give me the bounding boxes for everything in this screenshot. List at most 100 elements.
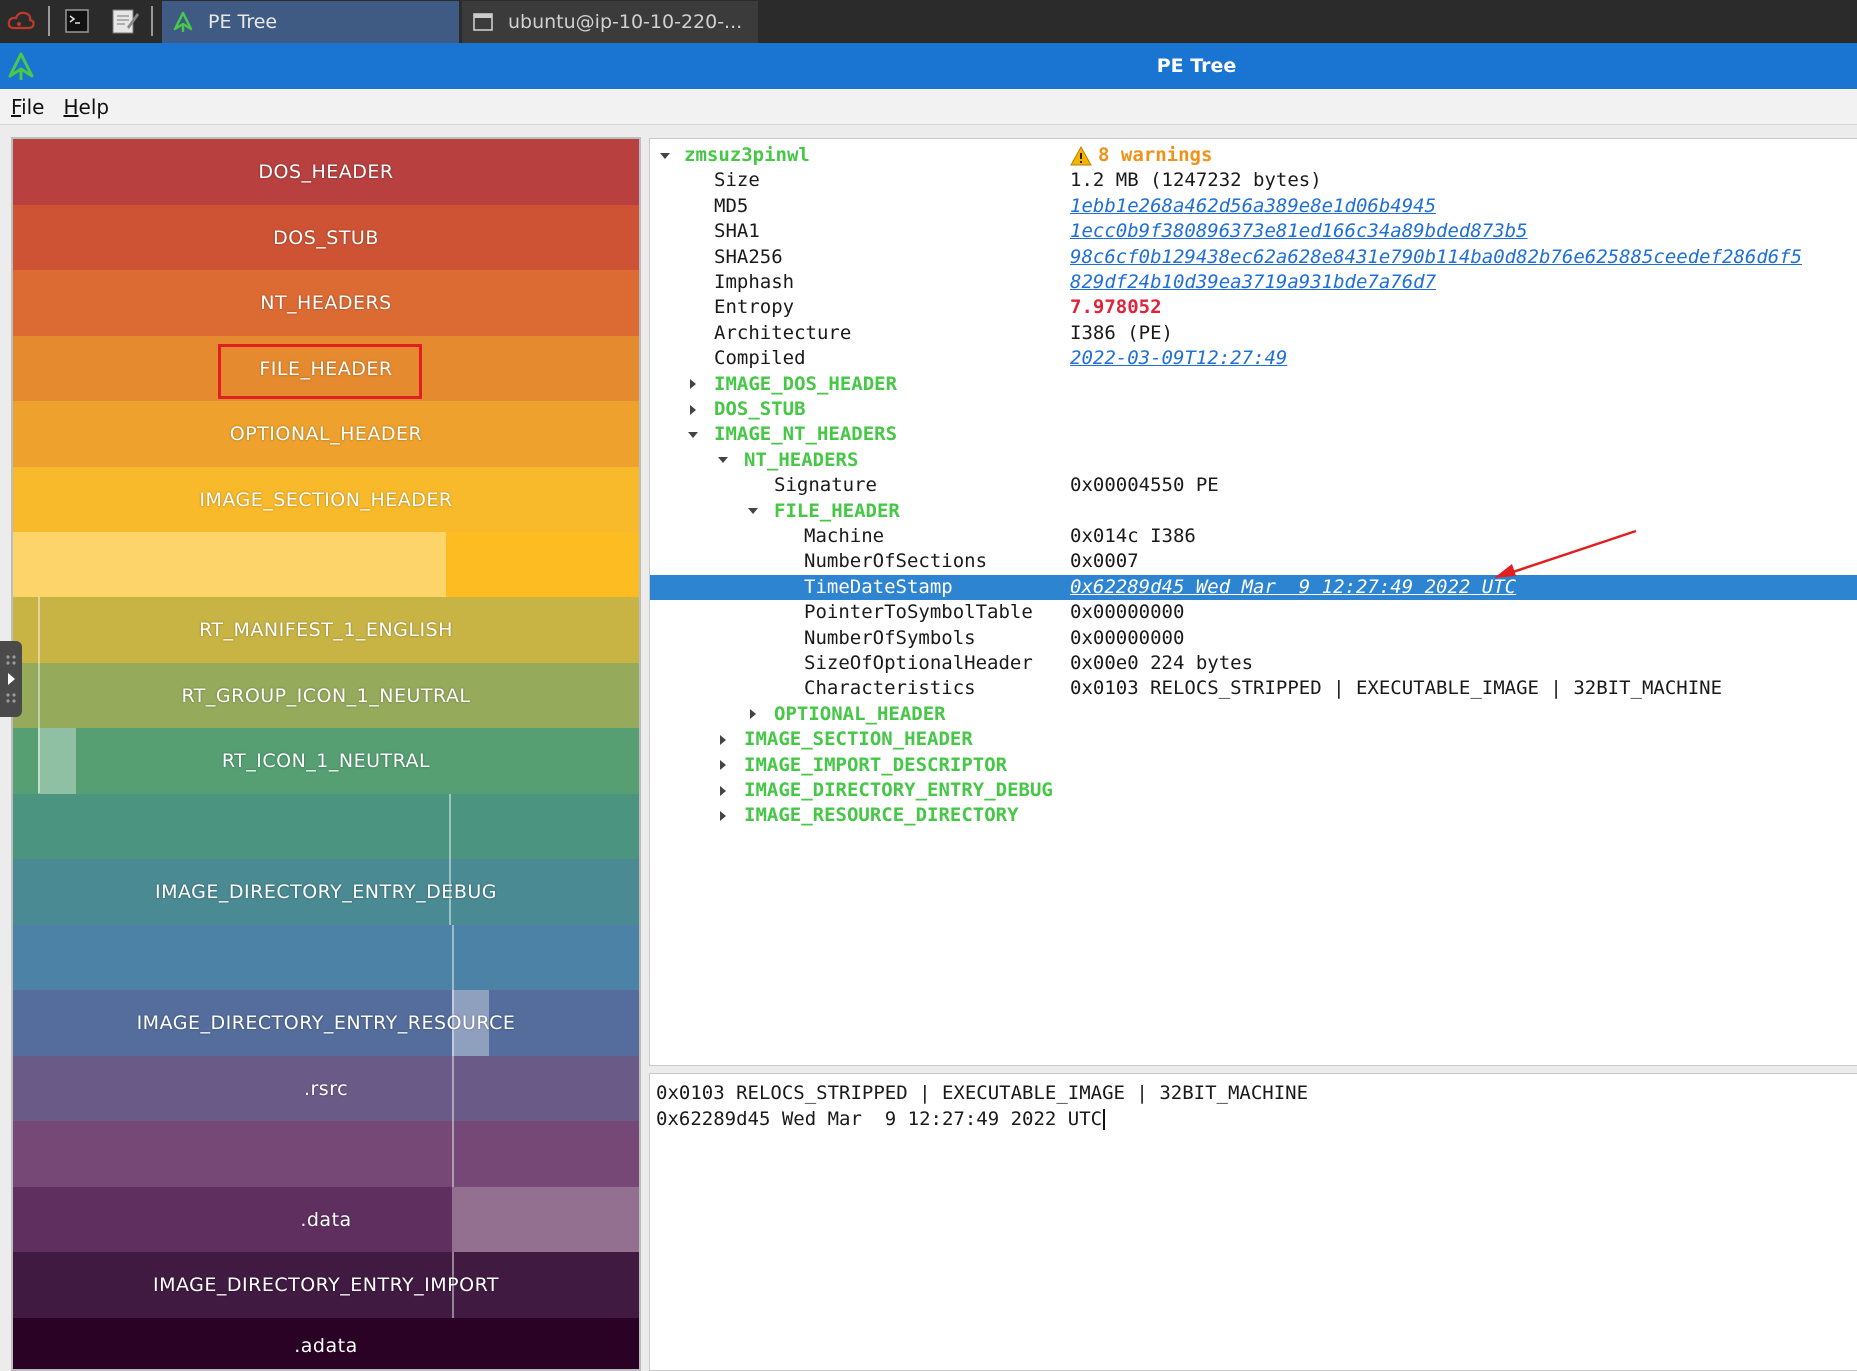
tree-key: Machine	[804, 525, 885, 547]
menu-file[interactable]: File	[11, 95, 44, 119]
taskbar-task-terminal[interactable]: ubuntu@ip-10-10-220-...	[462, 1, 758, 43]
tree-key: Size	[714, 169, 760, 192]
map-region[interactable]: RT_MANIFEST_1_ENGLISH	[13, 597, 639, 663]
tree-row-sizeofoptionalheader[interactable]: SizeOfOptionalHeader 0x00e0 224 bytes	[650, 651, 1857, 676]
tree-row-compiled[interactable]: Compiled 2022-03-09T12:27:49	[650, 346, 1857, 371]
tree-value: 0x014c I386	[1070, 525, 1196, 547]
tree-row-image-section-header[interactable]: IMAGE_SECTION_HEADER	[650, 727, 1857, 752]
text-editor-icon[interactable]	[108, 6, 142, 36]
map-region[interactable]: IMAGE_DIRECTORY_ENTRY_RESOURCE	[13, 990, 639, 1056]
expand-arrow-icon[interactable]	[686, 372, 700, 397]
tree-row-optional-header[interactable]: OPTIONAL_HEADER	[650, 702, 1857, 727]
map-region[interactable]: IMAGE_DIRECTORY_ENTRY_DEBUG	[13, 859, 639, 925]
expand-arrow-icon[interactable]	[686, 397, 700, 422]
tree-row-numberofsymbols[interactable]: NumberOfSymbols 0x00000000	[650, 626, 1857, 651]
tree-row-image-import-descriptor[interactable]: IMAGE_IMPORT_DESCRIPTOR	[650, 753, 1857, 778]
expand-arrow-icon[interactable]	[716, 803, 730, 828]
tree-row-md5[interactable]: MD5 1ebb1e268a462d56a389e8e1d06b4945	[650, 194, 1857, 219]
tree-row-file-header[interactable]: FILE_HEADER	[650, 499, 1857, 524]
tree-value[interactable]: 0x62289d45 Wed Mar 9 12:27:49 2022 UTC	[1070, 575, 1516, 600]
tree-value[interactable]: 2022-03-09T12:27:49	[1070, 346, 1287, 371]
tree-row-image-directory-entry-debug[interactable]: IMAGE_DIRECTORY_ENTRY_DEBUG	[650, 778, 1857, 803]
tree-key: Architecture	[714, 321, 852, 344]
output-pane[interactable]: 0x0103 RELOCS_STRIPPED | EXECUTABLE_IMAG…	[649, 1073, 1857, 1371]
map-region[interactable]	[13, 925, 639, 990]
map-region[interactable]: DOS_HEADER	[13, 139, 639, 205]
expand-arrow-icon[interactable]	[746, 702, 760, 727]
cloud-icon[interactable]	[4, 6, 38, 36]
tree-root-row[interactable]: zmsuz3pinwl 8 warnings	[650, 143, 1857, 168]
tree-row-image-resource-directory[interactable]: IMAGE_RESOURCE_DIRECTORY	[650, 803, 1857, 828]
tree-value: I386 (PE)	[1070, 321, 1173, 344]
tree-key: Entropy	[714, 296, 795, 319]
menu-file-mnemonic: F	[11, 94, 22, 119]
map-region-label: DOS_HEADER	[258, 161, 394, 183]
annotation-highlight-box	[218, 344, 422, 399]
taskbar-task-label: ubuntu@ip-10-10-220-...	[508, 11, 743, 33]
tree-row-machine[interactable]: Machine 0x014c I386	[650, 524, 1857, 549]
map-region[interactable]: OPTIONAL_HEADER	[13, 401, 639, 467]
collapse-arrow-icon[interactable]	[746, 499, 760, 524]
tree-row-imphash[interactable]: Imphash 829df24b10d39ea3719a931bde7a76d7	[650, 270, 1857, 295]
map-region[interactable]	[13, 1121, 639, 1187]
tree-row-image-nt-headers[interactable]: IMAGE_NT_HEADERS	[650, 422, 1857, 447]
terminal-icon[interactable]	[62, 6, 92, 36]
pe-file-map: DOS_HEADER DOS_STUB NT_HEADERS FILE_HEAD…	[11, 137, 641, 1371]
tree-row-sha256[interactable]: SHA256 98c6cf0b129438ec62a628e8431e790b11…	[650, 245, 1857, 270]
taskbar-separator	[151, 6, 153, 36]
warning-icon	[1070, 145, 1092, 166]
tree-row-signature[interactable]: Signature 0x00004550 PE	[650, 473, 1857, 498]
taskbar-task-pe-tree[interactable]: PE Tree	[162, 1, 459, 43]
tree-key: IMAGE_NT_HEADERS	[714, 423, 898, 446]
map-region-label: IMAGE_DIRECTORY_ENTRY_DEBUG	[155, 881, 497, 903]
map-region[interactable]: DOS_STUB	[13, 205, 639, 270]
map-region[interactable]: RT_ICON_1_NEUTRAL	[13, 728, 639, 794]
tree-row-sha1[interactable]: SHA1 1ecc0b9f380896373e81ed166c34a89bded8…	[650, 219, 1857, 244]
map-region[interactable]: .rsrc	[13, 1056, 639, 1121]
tree-row-entropy[interactable]: Entropy 7.978052	[650, 295, 1857, 320]
map-region[interactable]: IMAGE_SECTION_HEADER	[13, 467, 639, 532]
tree-row-timedatestamp[interactable]: TimeDateStamp 0x62289d45 Wed Mar 9 12:27:…	[650, 574, 1857, 600]
expand-arrow-icon[interactable]	[716, 727, 730, 752]
menu-help[interactable]: Help	[63, 95, 109, 119]
tree-value[interactable]: 1ebb1e268a462d56a389e8e1d06b4945	[1070, 194, 1436, 219]
tree-row-architecture[interactable]: Architecture I386 (PE)	[650, 321, 1857, 346]
tree-row-pointertosymboltable[interactable]: PointerToSymbolTable 0x00000000	[650, 600, 1857, 625]
map-region[interactable]: IMAGE_DIRECTORY_ENTRY_IMPORT	[13, 1252, 639, 1318]
map-overlay-block	[452, 1187, 639, 1252]
tree-value[interactable]: 98c6cf0b129438ec62a628e8431e790b114ba0d8…	[1070, 245, 1802, 270]
tree-root-warnings[interactable]: 8 warnings	[1070, 143, 1212, 168]
pane-splitter[interactable]	[649, 1066, 1857, 1073]
collapse-arrow-icon[interactable]	[658, 143, 672, 168]
tree-key: IMAGE_DOS_HEADER	[714, 372, 898, 395]
map-region[interactable]	[13, 794, 639, 859]
output-line-text: 0x62289d45 Wed Mar 9 12:27:49 2022 UTC	[656, 1108, 1103, 1130]
dock-handle[interactable]	[0, 641, 22, 717]
map-region[interactable]: NT_HEADERS	[13, 270, 639, 336]
pe-tree-logo-icon	[172, 11, 194, 33]
map-overlay-line	[452, 925, 454, 1318]
tree-row-characteristics[interactable]: Characteristics 0x0103 RELOCS_STRIPPED | …	[650, 676, 1857, 701]
tree-row-image-dos-header[interactable]: IMAGE_DOS_HEADER	[650, 372, 1857, 397]
annotation-arrow-icon	[1494, 529, 1637, 578]
collapse-arrow-icon[interactable]	[686, 422, 700, 447]
tree-value[interactable]: 1ecc0b9f380896373e81ed166c34a89bded873b5	[1070, 219, 1528, 244]
map-region-label: .data	[300, 1208, 352, 1231]
tree-row-numberofsections[interactable]: NumberOfSections 0x0007	[650, 549, 1857, 574]
tree-value: 0x0103 RELOCS_STRIPPED | EXECUTABLE_IMAG…	[1070, 677, 1723, 700]
tree-row-nt-headers[interactable]: NT_HEADERS	[650, 448, 1857, 473]
tree-key: Compiled	[714, 347, 806, 370]
map-region[interactable]: RT_GROUP_ICON_1_NEUTRAL	[13, 663, 639, 728]
tree-key: Signature	[774, 474, 877, 497]
tree-value[interactable]: 829df24b10d39ea3719a931bde7a76d7	[1070, 270, 1436, 295]
tree-row-dos-stub[interactable]: DOS_STUB	[650, 397, 1857, 422]
tree-row-size[interactable]: Size 1.2 MB (1247232 bytes)	[650, 168, 1857, 193]
tree-key: SHA1	[714, 220, 760, 243]
expand-arrow-icon[interactable]	[716, 778, 730, 803]
map-region-label: RT_MANIFEST_1_ENGLISH	[199, 619, 453, 641]
expand-arrow-icon[interactable]	[716, 753, 730, 778]
window-icon	[472, 11, 494, 33]
tree-key: NumberOfSymbols	[804, 626, 976, 649]
collapse-arrow-icon[interactable]	[716, 448, 730, 473]
map-region[interactable]: .adata	[13, 1318, 639, 1369]
